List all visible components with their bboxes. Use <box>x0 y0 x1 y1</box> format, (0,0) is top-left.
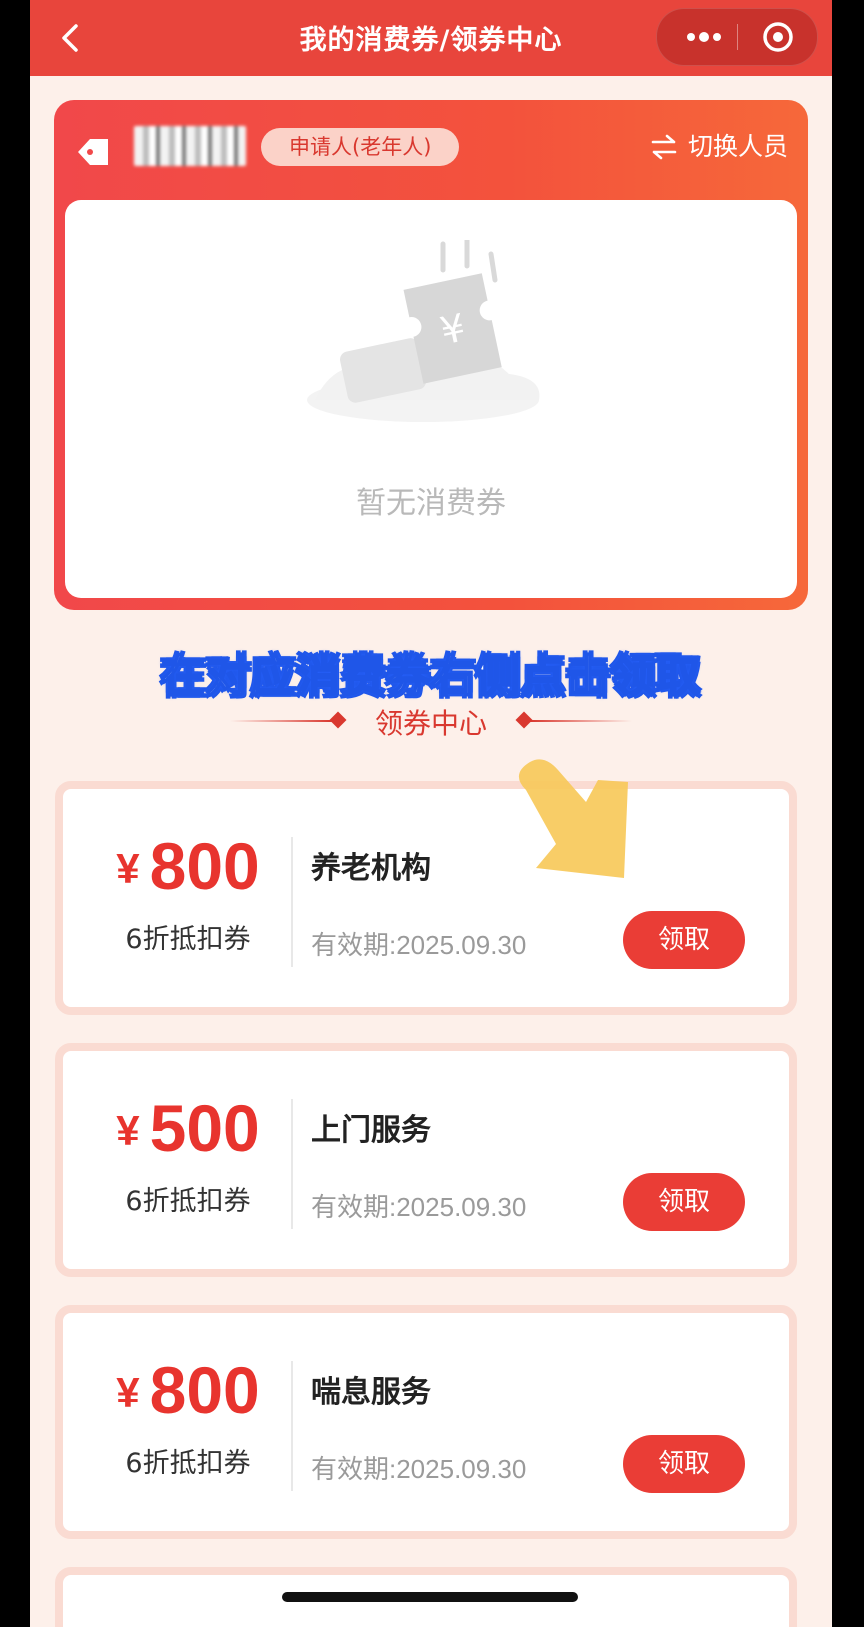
coupon-amount: ¥800 <box>93 1355 283 1444</box>
claim-button[interactable]: 领取 <box>623 911 745 969</box>
coupon-name: 养老机构 <box>311 851 431 886</box>
switch-label: 切换人员 <box>687 132 788 161</box>
coupon-validity: 有效期:2025.09.30 <box>311 1454 527 1484</box>
coupon-divider <box>291 1361 293 1491</box>
my-coupons-panel: 申请人(老年人) 切换人员 ¥ 暂无消费券 <box>54 100 808 610</box>
coupon-validity: 有效期:2025.09.30 <box>311 1192 527 1222</box>
user-name-blurred <box>134 126 246 166</box>
title-bar: 我的消费券/领券中心 <box>30 0 832 76</box>
pointer-arrow-icon <box>518 759 628 878</box>
target-icon[interactable] <box>753 9 803 65</box>
more-icon[interactable] <box>679 9 729 65</box>
currency-symbol: ¥ <box>116 1369 140 1416</box>
tag-icon <box>78 139 108 165</box>
empty-state-text: 暂无消费券 <box>356 486 506 521</box>
coupon-discount: 6折抵扣券 <box>125 1448 251 1479</box>
role-badge: 申请人(老年人) <box>261 128 460 166</box>
coupon-amount: ¥500 <box>93 1093 283 1182</box>
currency-symbol: ¥ <box>116 1107 140 1154</box>
amount-value: 500 <box>149 1091 260 1165</box>
coupon-divider <box>291 837 293 967</box>
section-header: 领券中心 <box>30 700 832 740</box>
overlay-caption: 在对应消费券右侧点击领取 <box>160 650 701 703</box>
coupon-name: 上门服务 <box>311 1113 431 1148</box>
switch-icon <box>651 134 677 160</box>
coupon-card: ¥500 6折抵扣券 上门服务 有效期:2025.09.30 领取 <box>55 1043 797 1277</box>
coupon-discount: 6折抵扣券 <box>125 924 251 955</box>
amount-value: 800 <box>149 829 260 903</box>
coupon-card: ¥800 6折抵扣券 养老机构 有效期:2025.09.30 领取 <box>55 781 797 1015</box>
coupon-discount: 6折抵扣券 <box>125 1186 251 1217</box>
coupon-amount: ¥800 <box>93 831 283 920</box>
coupon-name: 喘息服务 <box>311 1375 431 1410</box>
currency-symbol: ¥ <box>116 845 140 892</box>
empty-coupon-illustration: ¥ <box>307 240 540 422</box>
section-line-right <box>530 720 632 722</box>
home-indicator <box>282 1592 578 1602</box>
switch-person-button[interactable]: 切换人员 <box>650 130 788 164</box>
empty-state-card: ¥ 暂无消费券 <box>65 200 797 598</box>
app-screen: 我的消费券/领券中心 申请人(老年人) 切换人员 ¥ 暂无消费券 在对应消费券右… <box>30 0 832 1627</box>
capsule-divider <box>737 24 738 50</box>
section-title: 领券中心 <box>374 707 487 740</box>
coupon-validity: 有效期:2025.09.30 <box>311 930 527 960</box>
claim-button[interactable]: 领取 <box>623 1173 745 1231</box>
claim-button[interactable]: 领取 <box>623 1435 745 1493</box>
coupon-divider <box>291 1099 293 1229</box>
coupon-card: ¥800 6折抵扣券 喘息服务 有效期:2025.09.30 领取 <box>55 1305 797 1539</box>
amount-value: 800 <box>149 1353 260 1427</box>
mini-program-capsule <box>656 8 818 66</box>
